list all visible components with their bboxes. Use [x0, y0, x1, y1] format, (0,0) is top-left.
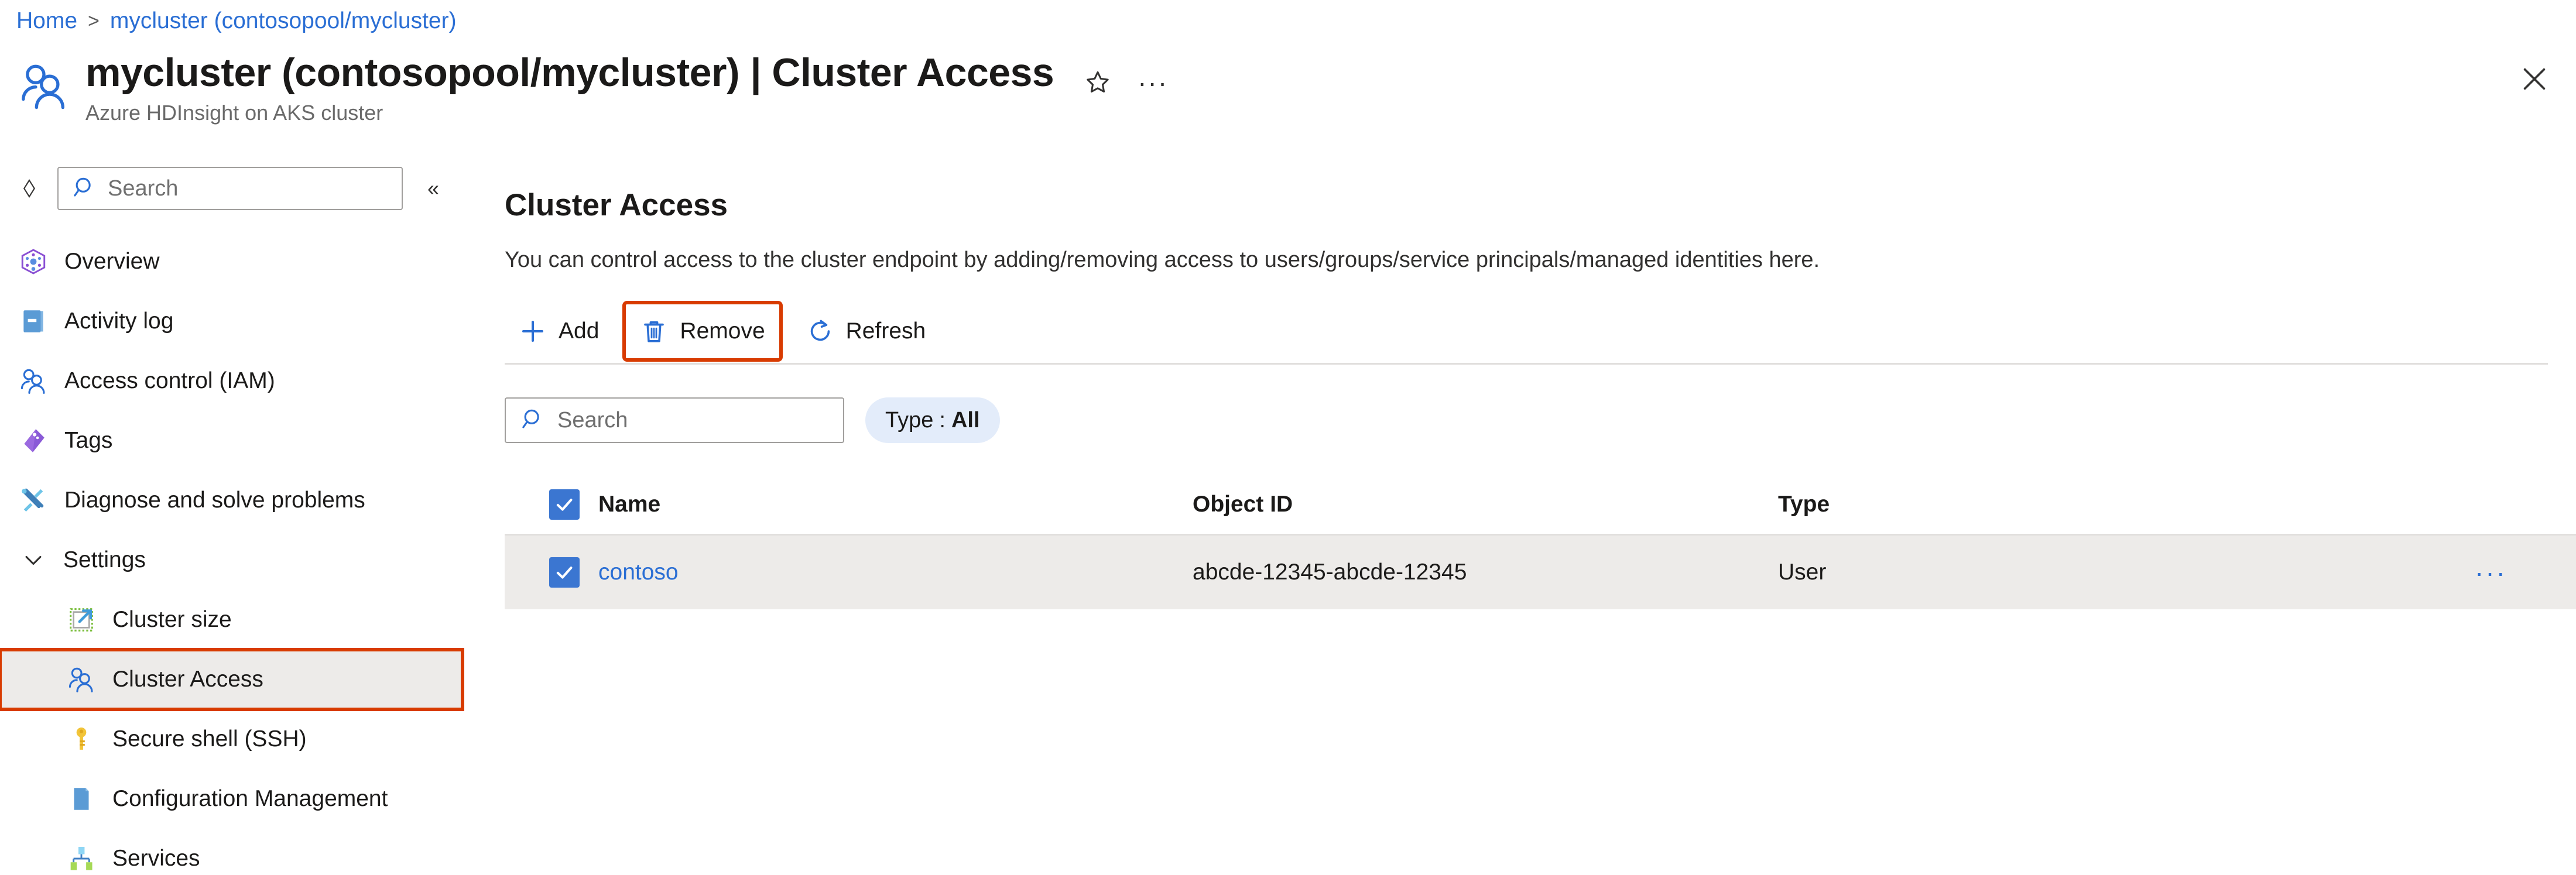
access-table: Name Object ID Type contoso abcde-12345-…: [505, 475, 2576, 609]
star-icon[interactable]: [1080, 64, 1116, 101]
cell-type: User: [1778, 560, 1827, 585]
search-icon: [71, 174, 97, 203]
sidebar-item-label: Cluster Access: [112, 667, 263, 692]
type-filter-value: All: [951, 407, 980, 433]
main-content: Cluster Access You can control access to…: [505, 162, 2576, 875]
search-icon: [520, 406, 546, 435]
sidebar-item-label: Access control (IAM): [64, 368, 275, 393]
sidebar-item-tags[interactable]: Tags: [0, 411, 477, 471]
grid-search[interactable]: [505, 397, 844, 443]
row-checkbox[interactable]: [549, 557, 580, 588]
cluster-size-icon: [66, 604, 97, 636]
activity-log-icon: [18, 306, 49, 337]
sidebar-group-label: Settings: [63, 547, 146, 572]
select-all-cell: [505, 489, 598, 520]
sidebar-item-overview[interactable]: Overview: [0, 232, 477, 291]
add-button[interactable]: Add: [505, 304, 613, 358]
filter-bar: Type : All: [505, 397, 2576, 443]
sidebar-item-label: Diagnose and solve problems: [64, 488, 365, 513]
tag-icon: [18, 425, 49, 457]
row-select-cell: [505, 557, 598, 588]
sidebar-group-settings[interactable]: Settings: [0, 530, 477, 590]
breadcrumb-separator-icon: >: [88, 9, 100, 32]
sidebar-item-label: Cluster size: [112, 607, 232, 632]
sidebar-item-label: Secure shell (SSH): [112, 726, 307, 752]
row-context-menu-icon[interactable]: ···: [2475, 558, 2507, 586]
type-filter-key: Type: [885, 407, 934, 433]
breadcrumb-home[interactable]: Home: [16, 8, 77, 34]
page-title: mycluster (contosopool/mycluster) | Clus…: [85, 50, 1054, 95]
chevron-down-icon: [18, 544, 49, 576]
azure-portal-blade: Home > mycluster (contosopool/mycluster)…: [0, 0, 2576, 875]
refresh-button[interactable]: Refresh: [792, 304, 940, 358]
plus-icon: [519, 317, 547, 345]
people-icon: [18, 365, 49, 397]
column-header-type[interactable]: Type: [1778, 492, 2246, 517]
column-header-name[interactable]: Name: [598, 492, 1193, 517]
command-bar-divider: [505, 363, 2548, 365]
sidebar: « Overview: [0, 162, 477, 875]
command-bar: Add Remove Refresh: [505, 301, 2576, 362]
people-icon: [66, 664, 97, 695]
type-filter-separator: :: [939, 407, 946, 433]
close-icon[interactable]: [2514, 59, 2555, 99]
wrench-icon: [18, 485, 49, 516]
select-all-checkbox[interactable]: [549, 489, 580, 520]
sidebar-item-secure-shell[interactable]: Secure shell (SSH): [0, 709, 477, 769]
type-filter-pill[interactable]: Type : All: [865, 397, 1000, 443]
table-header-row: Name Object ID Type: [505, 475, 2576, 536]
blade-header: mycluster (contosopool/mycluster) | Clus…: [18, 52, 2558, 125]
table-row[interactable]: contoso abcde-12345-abcde-12345 User ···: [505, 536, 2576, 609]
collapse-sidebar-icon[interactable]: «: [418, 173, 448, 204]
row-name-link[interactable]: contoso: [598, 560, 679, 585]
cell-object-id: abcde-12345-abcde-12345: [1193, 560, 1467, 585]
title-actions: ···: [1080, 64, 1171, 101]
sidebar-item-configuration-management[interactable]: Configuration Management: [0, 769, 477, 829]
breadcrumb: Home > mycluster (contosopool/mycluster): [16, 8, 457, 34]
sidebar-item-label: Activity log: [64, 308, 174, 334]
sidebar-item-label: Overview: [64, 249, 160, 274]
grid-search-input[interactable]: [557, 407, 792, 433]
resize-handle-icon[interactable]: [13, 172, 46, 205]
sidebar-item-label: Tags: [64, 428, 113, 453]
content-heading: Cluster Access: [505, 188, 728, 222]
sidebar-item-activity-log[interactable]: Activity log: [0, 291, 477, 351]
refresh-icon: [806, 317, 834, 345]
sidebar-item-label: Configuration Management: [112, 786, 388, 811]
sidebar-search[interactable]: [57, 167, 403, 210]
sidebar-item-cluster-access[interactable]: Cluster Access: [0, 648, 464, 711]
key-icon: [66, 723, 97, 755]
ellipsis-icon[interactable]: ···: [1135, 64, 1171, 101]
sidebar-item-services[interactable]: Services: [0, 829, 477, 875]
sidebar-item-cluster-size[interactable]: Cluster size: [0, 590, 477, 650]
cell-name: contoso: [598, 560, 1193, 585]
sidebar-item-access-control[interactable]: Access control (IAM): [0, 351, 477, 411]
sidebar-item-label: Services: [112, 846, 200, 871]
column-header-object-id[interactable]: Object ID: [1193, 492, 1778, 517]
config-icon: [66, 783, 97, 815]
remove-button[interactable]: Remove: [622, 301, 783, 362]
refresh-button-label: Refresh: [845, 318, 926, 344]
trash-icon: [640, 317, 668, 345]
cluster-access-people-icon: [18, 60, 70, 112]
sidebar-search-row: «: [0, 162, 477, 215]
content-description: You can control access to the cluster en…: [505, 248, 1820, 272]
remove-button-label: Remove: [680, 318, 765, 344]
overview-icon: [18, 246, 49, 277]
page-subtitle: Azure HDInsight on AKS cluster: [85, 101, 383, 125]
add-button-label: Add: [559, 318, 600, 344]
breadcrumb-current[interactable]: mycluster (contosopool/mycluster): [110, 8, 457, 34]
title-texts: mycluster (contosopool/mycluster) | Clus…: [85, 52, 1054, 125]
services-icon: [66, 843, 97, 874]
sidebar-item-diagnose[interactable]: Diagnose and solve problems: [0, 471, 477, 530]
sidebar-search-input[interactable]: [108, 176, 365, 201]
sidebar-nav-list: Overview Activity log Access control (IA…: [0, 232, 477, 875]
